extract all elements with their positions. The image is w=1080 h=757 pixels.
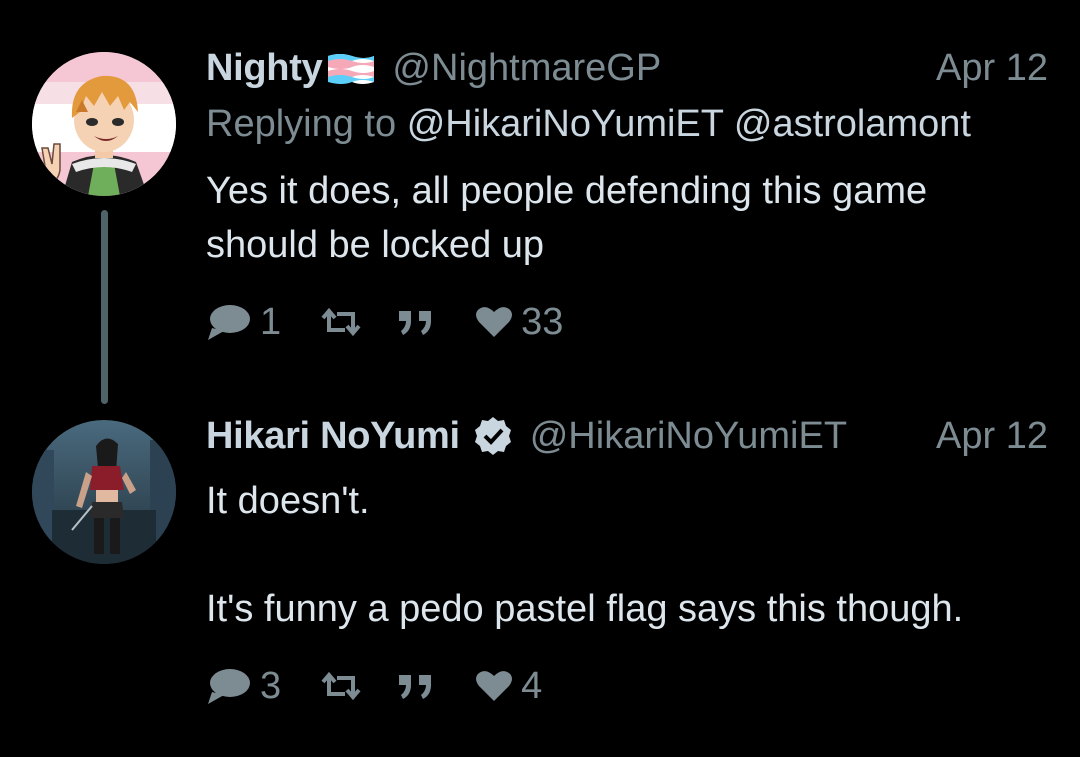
- quote-button[interactable]: [397, 671, 435, 701]
- like-button[interactable]: 4: [475, 665, 542, 708]
- user-handle[interactable]: @HikariNoYumiET: [530, 415, 847, 458]
- display-name[interactable]: Hikari NoYumi: [206, 415, 460, 458]
- retweet-button[interactable]: [321, 670, 361, 702]
- avatar-hikari[interactable]: [32, 420, 176, 564]
- tweet-header: Hikari NoYumi @HikariNoYumiET Apr 12: [206, 412, 1048, 460]
- verified-badge-icon: [472, 415, 514, 457]
- tweet-date[interactable]: Apr 12: [936, 415, 1048, 458]
- like-count: 4: [521, 664, 543, 707]
- tweet-hikari[interactable]: Hikari NoYumi @HikariNoYumiET Apr 12 It …: [0, 0, 1080, 757]
- heart-icon: [476, 671, 513, 701]
- tweet-actions: 3 4: [206, 664, 542, 708]
- reply-icon: [208, 669, 250, 704]
- reply-button[interactable]: 3: [206, 665, 281, 708]
- quote-icon: [399, 675, 432, 699]
- tweet-text: It doesn't. It's funny a pedo pastel fla…: [206, 480, 964, 630]
- reply-count: 3: [260, 664, 282, 707]
- retweet-icon: [321, 671, 361, 701]
